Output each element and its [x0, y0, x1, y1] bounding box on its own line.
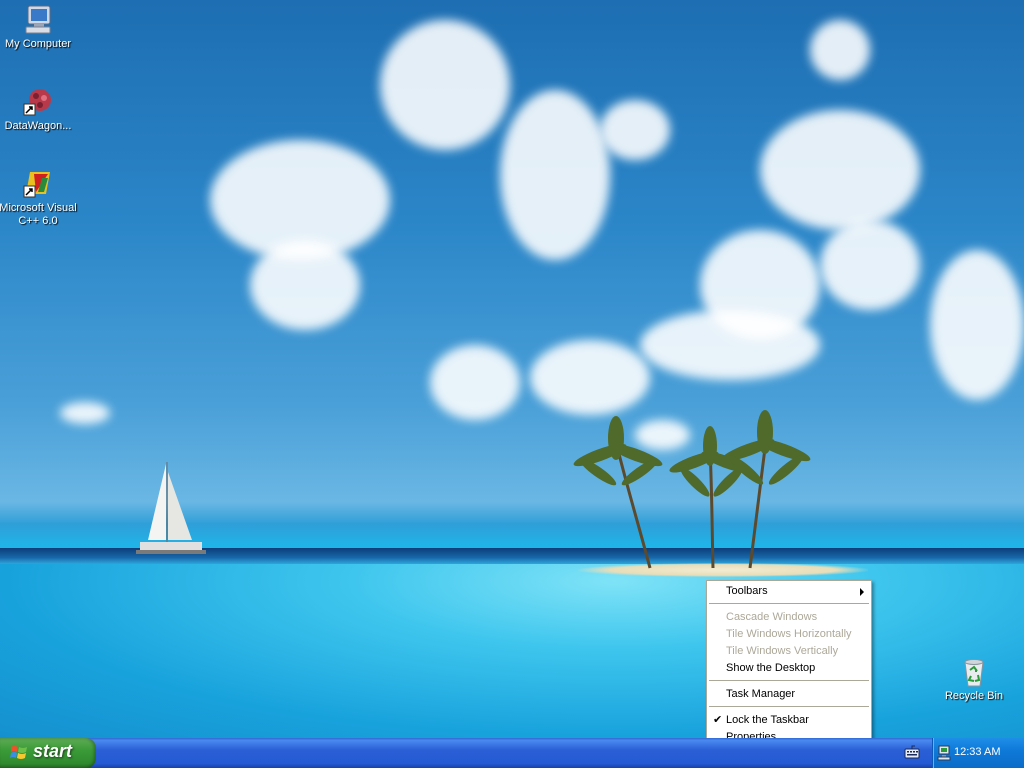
menu-item-cascade-windows[interactable]: Cascade Windows	[707, 609, 871, 626]
cloud	[600, 100, 670, 160]
palm-trees-image	[573, 410, 811, 569]
cloud	[530, 340, 650, 415]
taskbar[interactable]	[0, 738, 1024, 768]
cloud	[930, 250, 1024, 400]
cloud	[430, 345, 520, 420]
menu-separator	[709, 603, 869, 604]
visual-cpp-shortcut-icon	[22, 168, 54, 200]
desktop-icon-my-computer[interactable]: My Computer	[0, 4, 78, 51]
menu-separator	[709, 706, 869, 707]
desktop-icon-label: My Computer	[4, 38, 72, 50]
desktop-icon-label: Microsoft Visual C++ 6.0	[0, 202, 77, 227]
windows-logo-icon	[10, 746, 27, 759]
desktop-icon-label: DataWagon...	[4, 120, 72, 132]
start-button-label: start	[33, 741, 73, 761]
sailboat-image	[136, 462, 206, 554]
menu-item-tile-vertically[interactable]: Tile Windows Vertically	[707, 643, 871, 660]
menu-item-label: Toolbars	[726, 585, 768, 597]
menu-item-label: Task Manager	[726, 688, 796, 700]
menu-item-label: Tile Windows Vertically	[726, 645, 839, 657]
cloud	[810, 20, 870, 80]
my-computer-icon	[22, 4, 54, 36]
datawagon-shortcut-icon	[22, 86, 54, 118]
cloud	[380, 20, 510, 150]
cloud	[640, 310, 820, 380]
menu-item-toolbars[interactable]: Toolbars	[707, 583, 871, 600]
menu-item-label: Lock the Taskbar	[726, 714, 809, 726]
clock[interactable]: 12:33 AM	[954, 746, 1000, 758]
desktop-icon-visual-cpp[interactable]: Microsoft Visual C++ 6.0	[0, 168, 78, 228]
network-status-icon[interactable]	[937, 745, 951, 761]
menu-item-label: Show the Desktop	[726, 662, 816, 674]
menu-item-label: Tile Windows Horizontally	[726, 628, 852, 640]
desktop-icon-recycle-bin[interactable]: Recycle Bin	[934, 656, 1014, 703]
submenu-arrow-icon	[860, 588, 864, 596]
keyboard-language-icon[interactable]	[904, 745, 920, 759]
cloud	[820, 220, 920, 310]
menu-separator	[709, 680, 869, 681]
checkmark-icon: ✔	[713, 714, 723, 726]
desktop-icon-label: Recycle Bin	[944, 690, 1004, 702]
start-button[interactable]: start	[0, 738, 96, 768]
cloud	[500, 90, 610, 260]
system-tray: 12:33 AM	[932, 738, 1024, 768]
menu-item-show-desktop[interactable]: Show the Desktop	[707, 660, 871, 677]
cloud	[250, 240, 360, 330]
menu-item-tile-horizontally[interactable]: Tile Windows Horizontally	[707, 626, 871, 643]
menu-item-lock-taskbar[interactable]: ✔ Lock the Taskbar	[707, 712, 871, 729]
taskbar-context-menu: Toolbars Cascade Windows Tile Windows Ho…	[706, 580, 872, 749]
menu-item-task-manager[interactable]: Task Manager	[707, 686, 871, 703]
cloud	[760, 110, 920, 230]
cloud	[60, 402, 110, 424]
recycle-bin-icon	[958, 656, 990, 688]
desktop-icon-datawagon[interactable]: DataWagon...	[0, 86, 78, 133]
menu-item-label: Cascade Windows	[726, 611, 818, 623]
